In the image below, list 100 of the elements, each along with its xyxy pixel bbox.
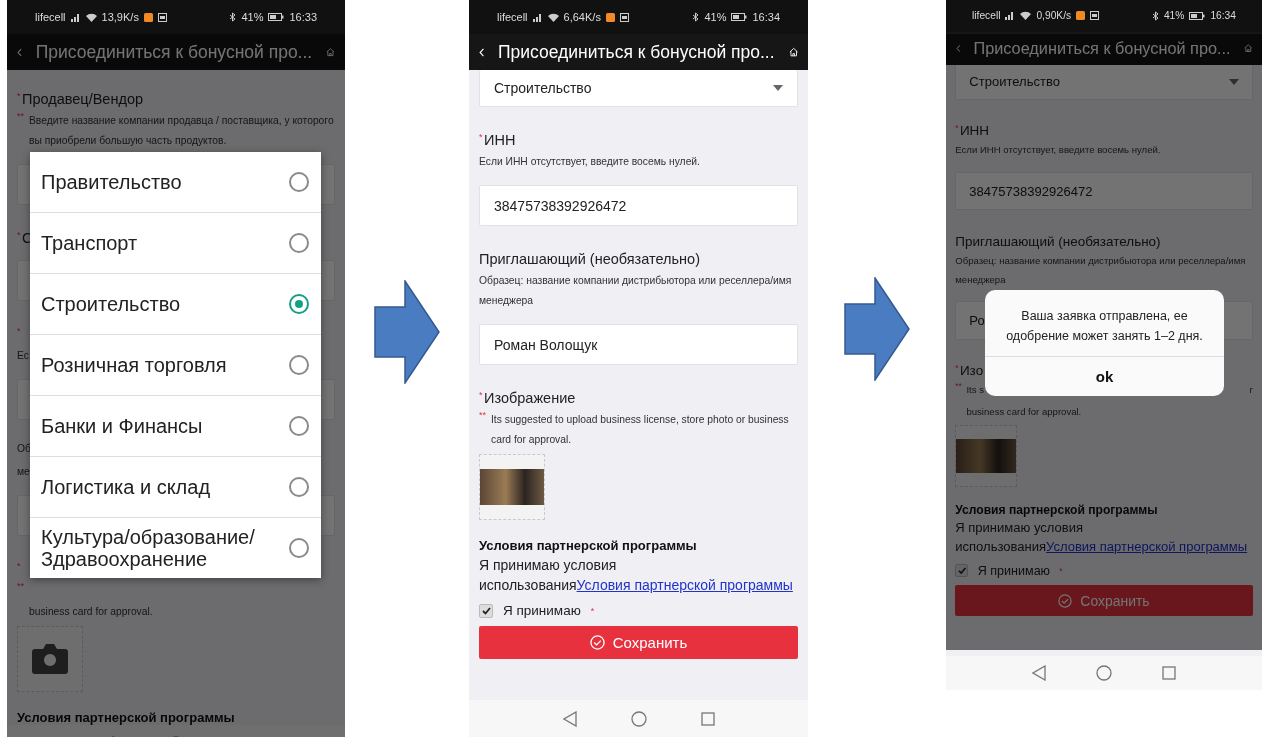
- signal-icon: [532, 12, 543, 22]
- network-speed: 6,64K/s: [563, 11, 601, 23]
- app-icon: [605, 12, 615, 22]
- clock-time: 16:33: [289, 11, 317, 23]
- field-label: ИНН: [959, 122, 990, 138]
- square-icon: [700, 711, 715, 726]
- gallery-icon: [1090, 11, 1100, 21]
- battery-icon: [1189, 11, 1206, 20]
- hint-text: ме: [17, 465, 30, 479]
- picker-option[interactable]: Культура/образование/ Здравоохранение: [30, 518, 321, 578]
- caret-icon: [773, 85, 783, 91]
- picker-option[interactable]: Розничная торговля: [30, 335, 321, 396]
- hint-text: Введите название компании продавца / поставщика, у которого вы приобрели большую часть продуктов.: [29, 114, 335, 148]
- input-field[interactable]: 38475738392926472: [955, 172, 1253, 211]
- ok-button[interactable]: ok: [985, 356, 1224, 396]
- battery-percent: 41%: [704, 11, 727, 23]
- radio-button[interactable]: [289, 416, 309, 436]
- dropdown-field[interactable]: Строительство: [479, 70, 798, 107]
- required-mark: *: [590, 605, 596, 616]
- carrier-name: lifecell: [35, 11, 66, 23]
- dropdown-field[interactable]: Строительство: [955, 65, 1253, 100]
- picker-option[interactable]: Строительство: [30, 274, 321, 335]
- gallery-icon: [157, 12, 167, 22]
- back-triangle-icon: [562, 710, 577, 727]
- right-arrow-icon: [844, 277, 910, 381]
- radio-button[interactable]: [289, 294, 309, 314]
- required-mark: *: [17, 91, 22, 101]
- hint-text: Ес: [17, 349, 29, 363]
- picker-option[interactable]: Банки и Финансы: [30, 396, 321, 457]
- hint-text: r: [1249, 383, 1253, 398]
- right-arrow-icon: [374, 280, 440, 384]
- signal-icon: [70, 12, 81, 22]
- required-mark: *: [17, 561, 22, 571]
- field-label: ИНН: [484, 132, 516, 148]
- image-upload[interactable]: [479, 454, 545, 520]
- field-label: Продавец/Вендор: [22, 91, 144, 107]
- input-field[interactable]: 38475738392926472: [479, 185, 798, 226]
- bluetooth-icon: [693, 12, 700, 22]
- hint-text: Образец: название компании дистрибьютора или реселлера/имя менеджера: [955, 254, 1247, 287]
- check-circle-icon: [1058, 593, 1073, 608]
- hint-text: Образец: название компании дистрибьютора или реселлера/имя менеджера: [479, 274, 793, 308]
- network-speed: 0,90K/s: [1036, 10, 1072, 22]
- field-label: Приглашающий (необязательно): [479, 251, 700, 267]
- radio-button[interactable]: [289, 477, 309, 497]
- gallery-icon: [619, 12, 629, 22]
- carrier-name: lifecell: [972, 10, 1001, 22]
- home-circle-icon: [1096, 664, 1112, 681]
- required-mark: **: [17, 111, 25, 121]
- field-label: Изо: [959, 362, 984, 378]
- home-circle-icon: [630, 710, 647, 727]
- field-label: Изображение: [484, 390, 576, 406]
- wifi-icon: [85, 12, 97, 22]
- checkbox-label: Я принимаю: [977, 563, 1051, 578]
- hint-text: Its suggested to upload business license, store photo or business card for approval.: [491, 413, 790, 447]
- required-mark: *: [479, 390, 484, 400]
- accept-checkbox[interactable]: [479, 603, 493, 618]
- hint-text: business card for approval.: [29, 605, 153, 619]
- required-mark: *: [955, 122, 960, 133]
- required-mark: *: [955, 362, 960, 373]
- required-mark: *: [1059, 565, 1064, 576]
- check-circle-icon: [589, 635, 605, 650]
- required-mark: *: [17, 326, 22, 336]
- app-icon: [1076, 11, 1086, 21]
- page-title: Присоединиться к бонусной про...: [973, 38, 1231, 58]
- field-label: Приглашающий (необязательно): [955, 233, 1161, 249]
- bluetooth-icon: [230, 12, 237, 22]
- wifi-icon: [547, 12, 559, 22]
- radio-button[interactable]: [289, 538, 309, 558]
- required-mark: *: [17, 230, 22, 240]
- required-mark: **: [17, 581, 25, 591]
- back-triangle-icon: [1031, 664, 1046, 681]
- radio-button[interactable]: [289, 355, 309, 375]
- battery-percent: 41%: [1163, 10, 1185, 22]
- battery-percent: 41%: [241, 11, 264, 23]
- app-icon: [143, 12, 153, 22]
- hint-text: Об: [17, 442, 31, 456]
- input-field[interactable]: Роман Волощук: [479, 324, 798, 365]
- dialog-message: Ваша заявка отправлена, ее одобрение может занять 1–2 дня.: [1005, 308, 1204, 345]
- terms-text: Я принимаю условия использованияУсловия партнерской программы: [955, 519, 1249, 556]
- picker-option[interactable]: Логистика и склад: [30, 457, 321, 518]
- save-button[interactable]: Сохранить: [479, 626, 798, 659]
- radio-button[interactable]: [289, 172, 309, 192]
- signal-icon: [1005, 11, 1016, 21]
- battery-icon: [268, 13, 285, 21]
- radio-button[interactable]: [289, 233, 309, 253]
- accept-checkbox[interactable]: [955, 564, 969, 578]
- network-speed: 13,9K/s: [101, 11, 139, 23]
- carrier-name: lifecell: [497, 11, 528, 23]
- square-icon: [1162, 665, 1177, 680]
- hint-text: Если ИНН отсутствует, введите восемь нулей.: [479, 155, 700, 169]
- picker-option[interactable]: Правительство: [30, 152, 321, 213]
- required-mark: *: [479, 132, 484, 142]
- page-title: Присоединиться к бонусной про...: [498, 41, 775, 63]
- picker-option[interactable]: Транспорт: [30, 213, 321, 274]
- section-heading: Условия партнерской программы: [479, 538, 698, 553]
- bluetooth-icon: [1152, 10, 1159, 21]
- terms-link[interactable]: Условия партнерской программы: [576, 577, 793, 593]
- section-heading: Условия партнерской программы: [955, 503, 1159, 518]
- page-title: Присоединиться к бонусной про...: [35, 41, 313, 63]
- section-heading: Условия партнерской программы: [17, 710, 236, 725]
